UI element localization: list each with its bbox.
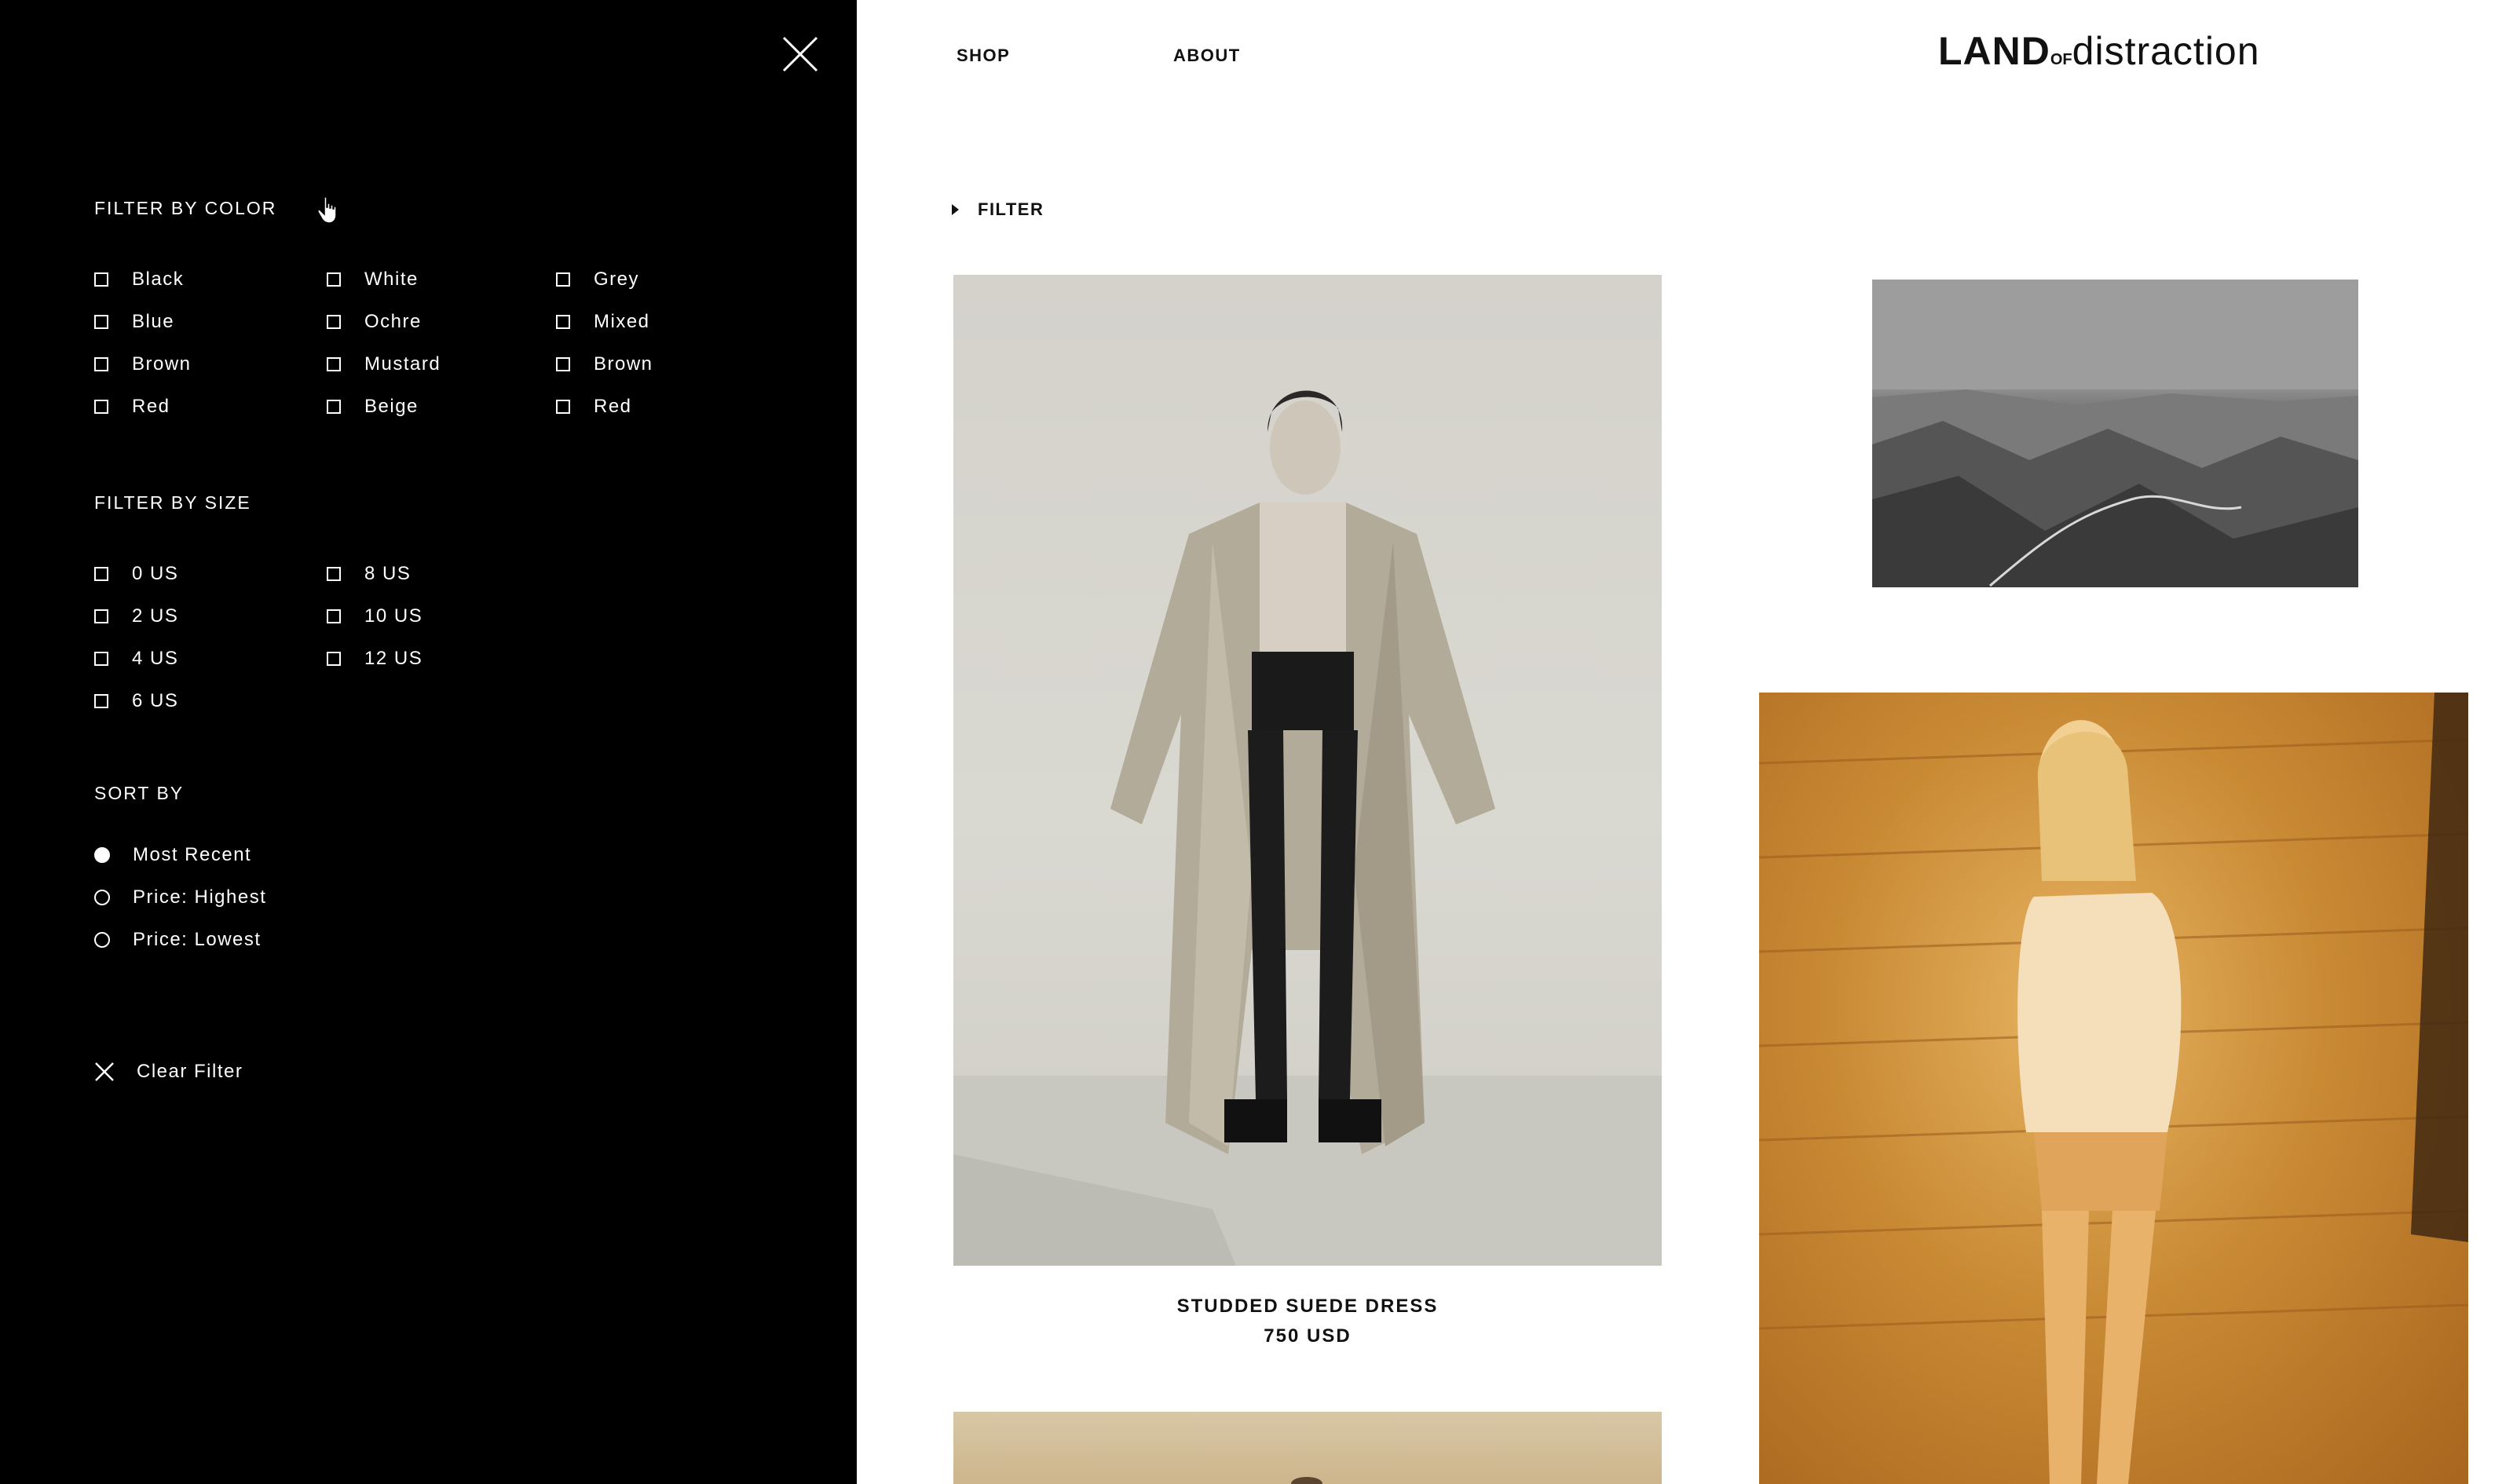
nav-about[interactable]: ABOUT (1173, 46, 1241, 66)
color-label: Grey (594, 269, 640, 290)
product-photo-landscape (1872, 280, 2358, 587)
radio-button[interactable] (94, 890, 110, 905)
color-label: Mustard (364, 353, 441, 375)
checkbox[interactable] (556, 315, 570, 329)
size-option-12[interactable]: 12 US (327, 643, 422, 674)
size-option-8[interactable]: 8 US (327, 558, 411, 590)
color-label: Mixed (594, 311, 650, 332)
color-option-brown[interactable]: Brown (94, 349, 192, 380)
checkbox[interactable] (94, 272, 108, 287)
size-option-10[interactable]: 10 US (327, 601, 422, 632)
color-option-red-2[interactable]: Red (556, 391, 632, 422)
color-label: Red (132, 396, 170, 417)
nav-shop[interactable]: SHOP (957, 46, 1010, 66)
checkbox[interactable] (94, 609, 108, 623)
filter-by-size-title: FILTER BY SIZE (94, 492, 251, 513)
color-label: Brown (132, 353, 192, 375)
product-image[interactable] (1759, 693, 2468, 1484)
size-label: 8 US (364, 563, 412, 584)
color-option-white[interactable]: White (327, 264, 419, 295)
product-image[interactable] (1872, 280, 2358, 587)
product-name[interactable]: STUDDED SUEDE DRESS (953, 1296, 1662, 1318)
product-photo-figure (953, 390, 1662, 1266)
checkbox[interactable] (94, 315, 108, 329)
sort-label: Most Recent (133, 844, 252, 865)
close-icon (782, 36, 818, 72)
color-label: Black (132, 269, 185, 290)
color-option-blue[interactable]: Blue (94, 306, 174, 338)
logo-text-distraction: distraction (2072, 29, 2260, 73)
checkbox[interactable] (94, 400, 108, 414)
filter-toggle-label: FILTER (978, 199, 1044, 219)
clear-filter-label: Clear Filter (137, 1061, 243, 1082)
color-label: Brown (594, 353, 653, 375)
filter-toggle-button[interactable]: FILTER (952, 198, 1044, 221)
product-image[interactable] (953, 275, 1662, 1266)
hand-cursor-icon (317, 196, 339, 228)
sort-by-title: SORT BY (94, 783, 185, 803)
color-option-mixed[interactable]: Mixed (556, 306, 650, 338)
checkbox[interactable] (556, 400, 570, 414)
filter-drawer: FILTER BY COLOR Black Blue Brown Red Whi… (0, 0, 857, 1484)
checkbox[interactable] (556, 357, 570, 371)
checkbox[interactable] (556, 272, 570, 287)
checkbox[interactable] (327, 652, 341, 666)
sort-option-price-lowest[interactable]: Price: Lowest (94, 924, 262, 956)
product-photo-portrait (1759, 693, 2468, 1484)
checkbox[interactable] (327, 609, 341, 623)
size-label: 12 US (364, 648, 423, 669)
radio-button[interactable] (94, 847, 110, 863)
color-option-mustard[interactable]: Mustard (327, 349, 441, 380)
size-label: 10 US (364, 605, 423, 627)
product-image[interactable] (953, 1412, 1662, 1484)
sort-option-price-highest[interactable]: Price: Highest (94, 882, 266, 913)
color-label: White (364, 269, 419, 290)
checkbox[interactable] (327, 357, 341, 371)
logo-text-of: OF (2050, 51, 2072, 68)
sort-option-most-recent[interactable]: Most Recent (94, 839, 251, 871)
clear-filter-button[interactable]: Clear Filter (94, 1056, 243, 1087)
checkbox[interactable] (94, 567, 108, 581)
checkbox[interactable] (94, 652, 108, 666)
caret-right-icon (952, 204, 959, 215)
color-option-ochre[interactable]: Ochre (327, 306, 422, 338)
checkbox[interactable] (327, 272, 341, 287)
sort-label: Price: Highest (133, 886, 267, 908)
size-label: 0 US (132, 563, 179, 584)
color-label: Red (594, 396, 632, 417)
color-label: Beige (364, 396, 419, 417)
color-label: Blue (132, 311, 175, 332)
logo-text-land: LAND (1938, 29, 2050, 73)
color-option-red[interactable]: Red (94, 391, 170, 422)
color-option-black[interactable]: Black (94, 264, 184, 295)
sort-label: Price: Lowest (133, 929, 262, 950)
color-option-grey[interactable]: Grey (556, 264, 639, 295)
size-option-0[interactable]: 0 US (94, 558, 178, 590)
checkbox[interactable] (327, 567, 341, 581)
checkbox[interactable] (94, 357, 108, 371)
size-label: 4 US (132, 648, 179, 669)
color-option-beige[interactable]: Beige (327, 391, 419, 422)
size-label: 6 US (132, 690, 179, 711)
filter-by-color-title: FILTER BY COLOR (94, 198, 277, 218)
color-label: Ochre (364, 311, 422, 332)
checkbox[interactable] (327, 315, 341, 329)
close-drawer-button[interactable] (781, 35, 820, 74)
checkbox[interactable] (94, 694, 108, 708)
product-price: 750 USD (1264, 1325, 1352, 1347)
radio-button[interactable] (94, 932, 110, 948)
close-icon (95, 1062, 114, 1081)
site-logo[interactable]: LANDOFdistraction (1938, 28, 2260, 74)
checkbox[interactable] (327, 400, 341, 414)
size-option-4[interactable]: 4 US (94, 643, 178, 674)
size-option-2[interactable]: 2 US (94, 601, 178, 632)
product-photo-partial (1291, 1477, 1322, 1484)
size-option-6[interactable]: 6 US (94, 685, 178, 717)
color-option-brown-2[interactable]: Brown (556, 349, 653, 380)
size-label: 2 US (132, 605, 179, 627)
